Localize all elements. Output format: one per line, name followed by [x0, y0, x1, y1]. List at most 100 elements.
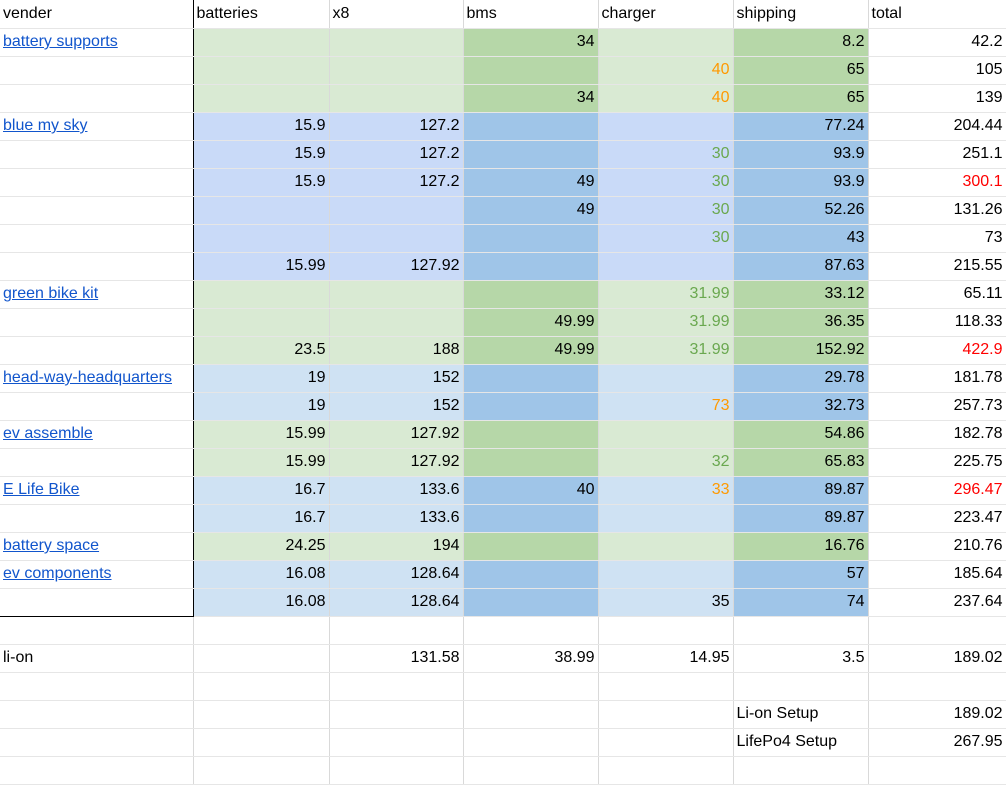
empty-cell[interactable]	[329, 756, 464, 785]
vendor-link[interactable]: head-way-headquarters	[0, 364, 194, 393]
vendor-cell[interactable]	[0, 588, 194, 617]
cell-x8[interactable]	[329, 224, 464, 253]
cell-total[interactable]: 215.55	[868, 252, 1006, 281]
vendor-link[interactable]: ev components	[0, 560, 194, 589]
cell-total[interactable]: 204.44	[868, 112, 1006, 141]
cell-shipping[interactable]: 65	[733, 84, 869, 113]
cell-total[interactable]: 73	[868, 224, 1006, 253]
cell-shipping[interactable]: 16.76	[733, 532, 869, 561]
cell-x8[interactable]	[329, 280, 464, 309]
cell-total[interactable]: 181.78	[868, 364, 1006, 393]
cell-charger[interactable]	[598, 504, 734, 533]
cell-charger[interactable]: 40	[598, 56, 734, 85]
cell-bms[interactable]	[463, 112, 599, 141]
cell-x8[interactable]: 128.64	[329, 560, 464, 589]
cell-batteries[interactable]: 16.08	[193, 588, 330, 617]
cell-bms[interactable]	[463, 280, 599, 309]
cell-charger[interactable]: 31.99	[598, 308, 734, 337]
cell-x8[interactable]: 127.2	[329, 168, 464, 197]
cell-charger[interactable]: 73	[598, 392, 734, 421]
cell-bms[interactable]	[463, 560, 599, 589]
cell-x8[interactable]: 127.92	[329, 420, 464, 449]
cell-total[interactable]: 105	[868, 56, 1006, 85]
empty-cell[interactable]	[193, 616, 330, 645]
cell-total[interactable]: 65.11	[868, 280, 1006, 309]
cell-x8[interactable]: 127.92	[329, 252, 464, 281]
cell-charger[interactable]: 30	[598, 140, 734, 169]
vendor-cell[interactable]	[0, 504, 194, 533]
cell-x8[interactable]	[329, 84, 464, 113]
lion-cell-x8[interactable]: 131.58	[329, 644, 464, 673]
header-cell-x8[interactable]: x8	[329, 0, 464, 29]
cell-shipping[interactable]: 89.87	[733, 476, 869, 505]
cell-total[interactable]: 296.47	[868, 476, 1006, 505]
cell-x8[interactable]: 152	[329, 364, 464, 393]
cell-total[interactable]: 182.78	[868, 420, 1006, 449]
header-cell-vender[interactable]: vender	[0, 0, 194, 29]
empty-cell[interactable]	[598, 728, 734, 757]
cell-total[interactable]: 185.64	[868, 560, 1006, 589]
vendor-link[interactable]: green bike kit	[0, 280, 194, 309]
cell-bms[interactable]: 49.99	[463, 336, 599, 365]
header-cell-charger[interactable]: charger	[598, 0, 734, 29]
vendor-cell[interactable]	[0, 140, 194, 169]
cell-charger[interactable]: 32	[598, 448, 734, 477]
empty-cell[interactable]	[868, 756, 1006, 785]
setup-label[interactable]: Li-on Setup	[733, 700, 869, 729]
lion-cell-batteries[interactable]	[193, 644, 330, 673]
cell-batteries[interactable]	[193, 224, 330, 253]
cell-batteries[interactable]: 24.25	[193, 532, 330, 561]
cell-shipping[interactable]: 54.86	[733, 420, 869, 449]
cell-charger[interactable]: 30	[598, 196, 734, 225]
cell-charger[interactable]	[598, 420, 734, 449]
cell-batteries[interactable]	[193, 84, 330, 113]
empty-cell[interactable]	[598, 616, 734, 645]
cell-charger[interactable]	[598, 252, 734, 281]
empty-cell[interactable]	[868, 616, 1006, 645]
cell-shipping[interactable]: 57	[733, 560, 869, 589]
header-cell-batteries[interactable]: batteries	[193, 0, 330, 29]
cell-x8[interactable]: 194	[329, 532, 464, 561]
empty-cell[interactable]	[598, 756, 734, 785]
cell-bms[interactable]	[463, 224, 599, 253]
vendor-link[interactable]: blue my sky	[0, 112, 194, 141]
cell-x8[interactable]: 188	[329, 336, 464, 365]
lion-cell-bms[interactable]: 38.99	[463, 644, 599, 673]
empty-cell[interactable]	[193, 756, 330, 785]
cell-x8[interactable]: 133.6	[329, 504, 464, 533]
vendor-cell[interactable]	[0, 336, 194, 365]
cell-total[interactable]: 131.26	[868, 196, 1006, 225]
cell-batteries[interactable]: 16.08	[193, 560, 330, 589]
empty-cell[interactable]	[193, 672, 330, 701]
cell-shipping[interactable]: 93.9	[733, 168, 869, 197]
empty-cell[interactable]	[193, 700, 330, 729]
cell-shipping[interactable]: 65	[733, 56, 869, 85]
empty-cell[interactable]	[329, 700, 464, 729]
cell-shipping[interactable]: 32.73	[733, 392, 869, 421]
lion-cell-total[interactable]: 189.02	[868, 644, 1006, 673]
cell-batteries[interactable]: 15.9	[193, 112, 330, 141]
empty-cell[interactable]	[329, 728, 464, 757]
cell-batteries[interactable]: 16.7	[193, 476, 330, 505]
cell-shipping[interactable]: 152.92	[733, 336, 869, 365]
cell-total[interactable]: 422.9	[868, 336, 1006, 365]
cell-charger[interactable]: 30	[598, 168, 734, 197]
cell-x8[interactable]: 152	[329, 392, 464, 421]
empty-cell[interactable]	[0, 728, 194, 757]
cell-charger[interactable]	[598, 112, 734, 141]
cell-total[interactable]: 257.73	[868, 392, 1006, 421]
cell-x8[interactable]: 128.64	[329, 588, 464, 617]
cell-shipping[interactable]: 65.83	[733, 448, 869, 477]
cell-bms[interactable]: 40	[463, 476, 599, 505]
lion-label[interactable]: li-on	[0, 644, 194, 673]
cell-total[interactable]: 300.1	[868, 168, 1006, 197]
cell-batteries[interactable]: 23.5	[193, 336, 330, 365]
vendor-cell[interactable]	[0, 84, 194, 113]
lion-cell-shipping[interactable]: 3.5	[733, 644, 869, 673]
cell-bms[interactable]	[463, 448, 599, 477]
empty-cell[interactable]	[193, 728, 330, 757]
vendor-link[interactable]: ev assemble	[0, 420, 194, 449]
cell-shipping[interactable]: 33.12	[733, 280, 869, 309]
cell-bms[interactable]	[463, 56, 599, 85]
cell-bms[interactable]	[463, 364, 599, 393]
